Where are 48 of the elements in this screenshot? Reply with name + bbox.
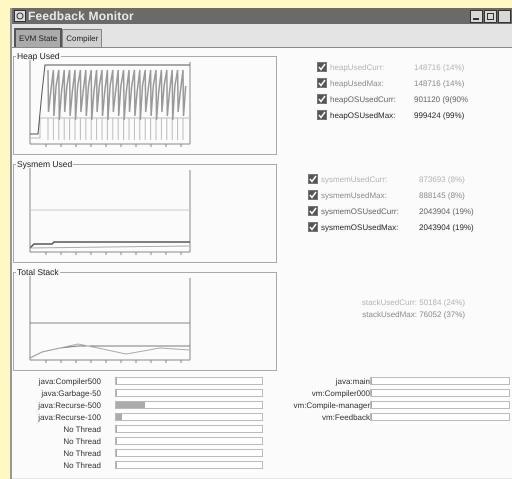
series-value: 148716 (14%) [414, 62, 464, 72]
thread-name: No Thread [62, 448, 101, 458]
series-label: sysmemOSUsedCurr: [321, 206, 400, 216]
checkbox[interactable] [308, 206, 318, 216]
checkbox[interactable] [308, 222, 318, 232]
stack-reading: stackUsedCurr: 50184 (24%) [362, 298, 465, 307]
checkbox[interactable] [317, 94, 327, 104]
thread-name: java:Recurse-100 [37, 412, 101, 422]
panel-title: Sysmem Used [16, 160, 74, 168]
series-value: 888145 (8%) [419, 190, 465, 200]
series-label: heapUsedCurr: [330, 62, 386, 72]
tab[interactable]: Compiler [62, 29, 102, 47]
series-label: heapUsedMax: [330, 78, 385, 88]
thread-name: No Thread [62, 460, 101, 470]
checkbox[interactable] [308, 174, 318, 184]
stack-reading: stackUsedMax: 76052 (37%) [362, 310, 465, 319]
panel-title: Heap Used [16, 52, 61, 60]
series-value: 873693 (8%) [419, 174, 465, 184]
minimize-button[interactable] [470, 10, 483, 22]
maximize-button[interactable] [484, 10, 497, 22]
checkbox[interactable] [308, 190, 318, 200]
close-button[interactable] [498, 10, 511, 22]
checkbox[interactable] [317, 110, 327, 120]
app-icon [14, 10, 26, 22]
thread-name: java:Compiler500 [38, 376, 101, 386]
window-title: Feedback Monitor [28, 9, 134, 23]
series-label: heapOSUsedCurr: [330, 94, 397, 104]
checkbox[interactable] [317, 62, 327, 72]
thread-name: No Thread [62, 424, 101, 434]
thread-name: java:Garbage-50 [40, 388, 101, 398]
thread-name: java:Recurse-500 [37, 400, 101, 410]
series-value: 901120 (9(90% [414, 94, 468, 104]
series-value: 999424 (99%) [414, 110, 464, 120]
series-value: 148716 (14%) [414, 78, 464, 88]
tab[interactable]: EVM State [14, 28, 62, 47]
series-label: sysmemUsedCurr: [321, 174, 388, 184]
checkbox[interactable] [317, 78, 327, 88]
thread-name: vm:Compile-manager [292, 400, 370, 410]
series-label: heapOSUsedMax: [330, 110, 396, 120]
series-label: sysmemOSUsedMax: [321, 222, 400, 232]
series-value: 2043904 (19%) [419, 222, 474, 232]
series-label: sysmemUsedMax: [321, 190, 388, 200]
panel-title: Total Stack [16, 268, 60, 276]
thread-name: vm:Feedback [320, 412, 370, 422]
thread-name: vm:Compiler000 [310, 388, 370, 398]
thread-name: No Thread [62, 436, 101, 446]
thread-name: java:main [334, 376, 370, 386]
series-value: 2043904 (19%) [419, 206, 474, 216]
